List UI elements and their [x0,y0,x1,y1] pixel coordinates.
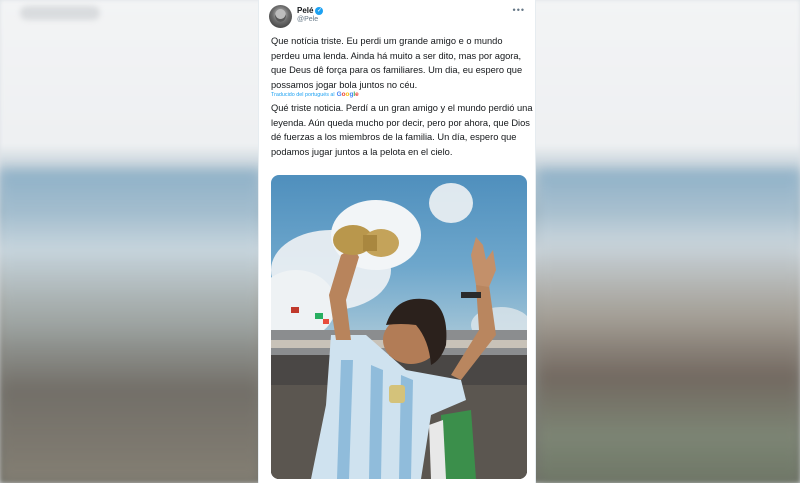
tweet-photo[interactable] [271,175,527,479]
translated-text: Qué triste noticia. Perdí a un gran amig… [271,103,533,157]
tweet-header: Pelé ✓ @Pele ••• [269,5,527,29]
author-name[interactable]: Pelé [297,6,313,15]
tweet-card: Pelé ✓ @Pele ••• Que notícia triste. Eu … [258,0,536,483]
photo-illustration [271,183,527,479]
author-handle[interactable]: @Pele [297,16,318,23]
tweet-text: Que notícia triste. Eu perdi um grande a… [271,36,523,90]
google-logo-icon: Google [336,91,359,98]
blurred-header-fragment [20,6,100,20]
translation-source-label[interactable]: Traducido del portugués al [271,92,335,98]
translation-attribution[interactable]: Traducido del portugués al Google [271,91,359,98]
more-options-icon[interactable]: ••• [513,5,525,15]
author-name-row[interactable]: Pelé ✓ [297,6,324,15]
blurred-background-right [538,170,800,483]
profile-avatar[interactable] [269,5,292,28]
verified-badge-icon: ✓ [315,6,324,15]
blurred-background-left [0,170,260,483]
